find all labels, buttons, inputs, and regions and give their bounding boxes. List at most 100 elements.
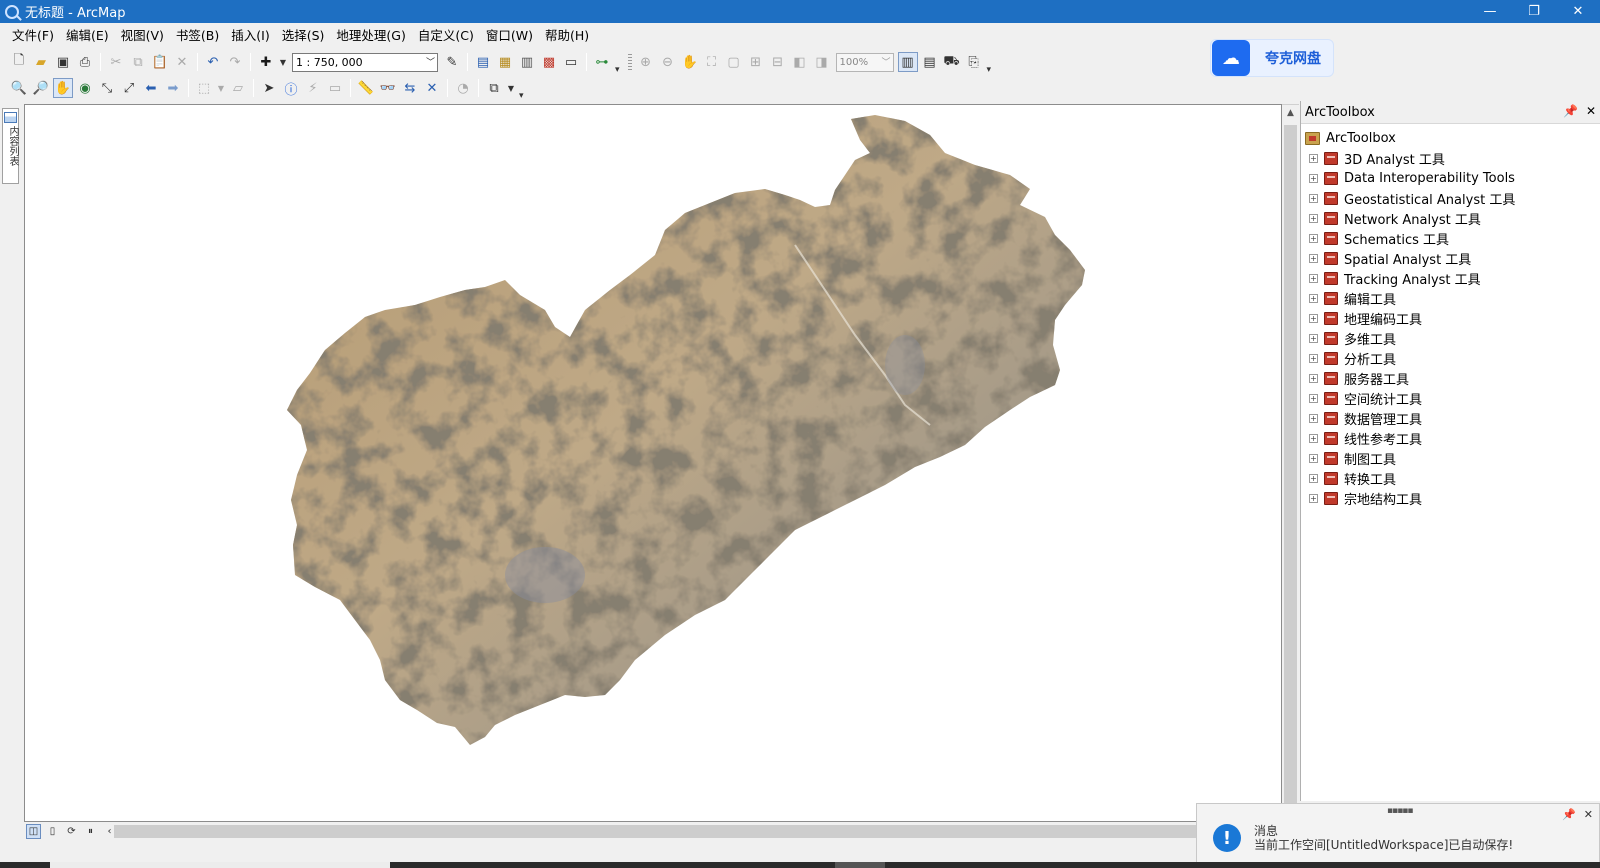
paste-icon[interactable]: 📋: [150, 52, 170, 72]
toolbox-item-data-interoperability[interactable]: + Data Interoperability Tools: [1301, 168, 1600, 188]
copy-icon[interactable]: ⧉: [128, 52, 148, 72]
editor-toolbar-icon[interactable]: ✎: [442, 52, 462, 72]
previous-extent-icon[interactable]: ◧: [790, 52, 810, 72]
menu-geoprocessing[interactable]: 地理处理(G): [330, 25, 411, 47]
zoom-whole-page-icon[interactable]: ⛶: [702, 52, 722, 72]
expand-icon[interactable]: +: [1309, 153, 1318, 163]
toolbar-grip[interactable]: [627, 54, 632, 70]
chevron-down-icon[interactable]: ▼: [278, 52, 288, 72]
layout-view-icon[interactable]: ▯: [45, 824, 60, 839]
close-button[interactable]: ✕: [1556, 0, 1600, 23]
measure-icon[interactable]: 📏: [356, 78, 376, 98]
close-icon[interactable]: ✕: [1584, 808, 1593, 821]
redo-icon[interactable]: ↷: [225, 52, 245, 72]
toolbox-item-spatial-analyst[interactable]: + Spatial Analyst 工具: [1301, 248, 1600, 268]
python-window-icon[interactable]: ▭: [561, 52, 581, 72]
forward-arrow-icon[interactable]: ➡: [163, 78, 183, 98]
html-popup-icon[interactable]: ▭: [325, 78, 345, 98]
scrollbar-thumb[interactable]: [1284, 125, 1297, 815]
modelbuilder-icon[interactable]: ⊶: [592, 52, 612, 72]
data-driven-pages-icon[interactable]: ⎘: [964, 52, 984, 72]
create-viewer-window-icon[interactable]: ⧉: [484, 78, 504, 98]
toolbox-item-cartography[interactable]: + 制图工具: [1301, 448, 1600, 468]
chevron-down-icon[interactable]: ▼: [216, 78, 226, 98]
undo-icon[interactable]: ↶: [203, 52, 223, 72]
layout-pan-icon[interactable]: ✋: [680, 52, 700, 72]
pin-icon[interactable]: 📌: [1563, 104, 1578, 118]
toolbox-root[interactable]: ArcToolbox: [1301, 128, 1600, 148]
expand-icon[interactable]: +: [1309, 173, 1318, 183]
print-icon[interactable]: ⎙: [75, 52, 95, 72]
toolbox-item-server[interactable]: + 服务器工具: [1301, 368, 1600, 388]
expand-icon[interactable]: +: [1309, 373, 1318, 383]
new-document-icon[interactable]: 🗋: [9, 52, 29, 72]
expand-icon[interactable]: +: [1309, 433, 1318, 443]
expand-icon[interactable]: +: [1309, 313, 1318, 323]
select-features-icon[interactable]: ⬚: [194, 78, 214, 98]
pause-drawing-icon[interactable]: ⏸: [83, 824, 98, 839]
menu-bookmarks[interactable]: 书签(B): [170, 25, 225, 47]
delete-icon[interactable]: ✕: [172, 52, 192, 72]
select-elements-arrow-icon[interactable]: ➤: [259, 78, 279, 98]
minimize-button[interactable]: —: [1468, 0, 1512, 23]
toolbox-item-network-analyst[interactable]: + Network Analyst 工具: [1301, 208, 1600, 228]
notification-grip[interactable]: ▪▪▪▪▪: [1387, 806, 1413, 816]
expand-icon[interactable]: +: [1309, 213, 1318, 223]
expand-icon[interactable]: +: [1309, 453, 1318, 463]
layout-zoom-out-icon[interactable]: ⊖: [658, 52, 678, 72]
table-of-contents-icon[interactable]: ▤: [473, 52, 493, 72]
save-icon[interactable]: ▣: [53, 52, 73, 72]
open-folder-icon[interactable]: ▰: [31, 52, 51, 72]
add-data-icon[interactable]: ✚: [256, 52, 276, 72]
toggle-draft-mode-icon[interactable]: ▥: [897, 52, 918, 72]
refresh-icon[interactable]: ⟳: [64, 824, 79, 839]
find-binoculars-icon[interactable]: 👓: [378, 78, 398, 98]
toolbox-item-schematics[interactable]: + Schematics 工具: [1301, 228, 1600, 248]
cut-icon[interactable]: ✂: [106, 52, 126, 72]
find-route-icon[interactable]: ⇆: [400, 78, 420, 98]
fixed-zoom-in-icon[interactable]: ⊞: [746, 52, 766, 72]
expand-icon[interactable]: +: [1309, 273, 1318, 283]
layout-zoom-combo[interactable]: 100% ﹀: [835, 52, 894, 72]
map-vertical-scrollbar[interactable]: ▲: [1282, 104, 1299, 822]
full-extent-globe-icon[interactable]: ◉: [75, 78, 95, 98]
clear-selection-icon[interactable]: ▱: [228, 78, 248, 98]
arctoolbox-icon[interactable]: ▩: [539, 52, 559, 72]
quark-drive-badge[interactable]: ☁ 夸克网盘: [1210, 39, 1334, 77]
toolbox-item-geostatistical[interactable]: + Geostatistical Analyst 工具: [1301, 188, 1600, 208]
identify-icon[interactable]: ⓘ: [281, 78, 301, 98]
expand-icon[interactable]: +: [1309, 293, 1318, 303]
search-window-icon[interactable]: ▥: [517, 52, 537, 72]
table-of-contents-tab[interactable]: 内容列表: [2, 108, 19, 184]
menu-edit[interactable]: 编辑(E): [60, 25, 115, 47]
expand-icon[interactable]: +: [1309, 233, 1318, 243]
scroll-up-icon[interactable]: ▲: [1282, 108, 1299, 118]
expand-icon[interactable]: +: [1309, 493, 1318, 503]
toolbox-item-tracking-analyst[interactable]: + Tracking Analyst 工具: [1301, 268, 1600, 288]
pan-hand-icon[interactable]: ✋: [53, 78, 73, 98]
chevron-down-icon[interactable]: ▼: [506, 78, 516, 98]
go-to-xy-icon[interactable]: ✕: [422, 78, 442, 98]
map-horizontal-scrollbar[interactable]: [114, 825, 1300, 838]
catalog-window-icon[interactable]: ▦: [495, 52, 515, 72]
toolbar-overflow-icon[interactable]: ▾: [987, 65, 992, 75]
menu-view[interactable]: 视图(V): [115, 25, 170, 47]
change-layout-icon[interactable]: ⛟: [942, 52, 962, 72]
hyperlink-icon[interactable]: ⚡: [303, 78, 323, 98]
map-data-frame[interactable]: [24, 104, 1282, 822]
zoom-100-icon[interactable]: ▢: [724, 52, 744, 72]
menu-selection[interactable]: 选择(S): [276, 25, 331, 47]
map-scale-combo[interactable]: 1 : 750, 000 ﹀: [292, 52, 438, 72]
toolbox-item-analysis[interactable]: + 分析工具: [1301, 348, 1600, 368]
fixed-zoom-in-icon[interactable]: ⤡: [97, 78, 117, 98]
menu-insert[interactable]: 插入(I): [225, 25, 275, 47]
expand-icon[interactable]: +: [1309, 253, 1318, 263]
toolbox-item-editing[interactable]: + 编辑工具: [1301, 288, 1600, 308]
zoom-out-icon[interactable]: 🔎: [31, 78, 51, 98]
toolbar-overflow-icon[interactable]: ▾: [615, 65, 620, 75]
zoom-in-icon[interactable]: 🔍: [9, 78, 29, 98]
menu-customize[interactable]: 自定义(C): [412, 25, 480, 47]
toolbox-item-geocoding[interactable]: + 地理编码工具: [1301, 308, 1600, 328]
toolbox-item-conversion[interactable]: + 转换工具: [1301, 468, 1600, 488]
restore-button[interactable]: ❐: [1512, 0, 1556, 23]
